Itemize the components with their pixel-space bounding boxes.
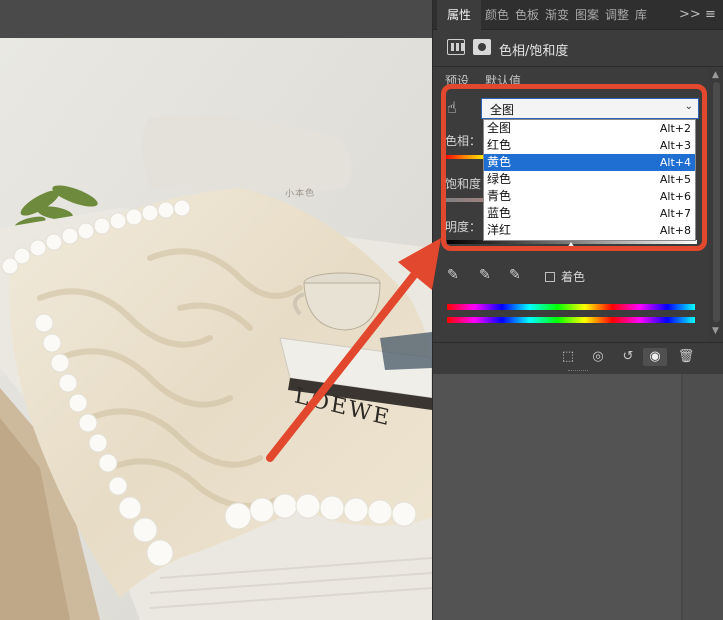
tab-gradients[interactable]: 渐变 (543, 0, 571, 30)
adjustment-title: 色相/饱和度 (499, 44, 569, 59)
eyedropper-subtract-icon[interactable]: ✎ (509, 267, 529, 287)
photo-blanket-on-bed: LOEWE 小本色 (0, 38, 432, 620)
clip-to-layer-icon[interactable]: ⬚ (559, 348, 577, 366)
tab-adjustments[interactable]: 调整 (603, 0, 631, 30)
tab-swatches[interactable]: 色板 (513, 0, 541, 30)
reset-icon[interactable]: ↺ (619, 348, 637, 366)
colorize-label: 着色 (561, 270, 586, 284)
scroll-thumb[interactable] (713, 82, 720, 322)
view-previous-state-icon[interactable]: ◎ (589, 348, 607, 366)
panel-bottom-toolbar: ⬚ ◎ ↺ ◉ 🗑 (433, 342, 723, 370)
visibility-eye-icon[interactable]: ◉ (643, 348, 667, 366)
layer-mask-icon[interactable] (473, 39, 491, 55)
panel-scrollbar[interactable]: ▲ ▼ (709, 68, 723, 342)
adjustment-layer-icon (447, 39, 465, 55)
panel-tab-bar: 属性 颜色 色板 渐变 图案 调整 库 >> ≡ (433, 0, 723, 31)
trash-icon[interactable]: 🗑 (677, 348, 695, 366)
panel-empty-area (433, 374, 723, 620)
eyedropper-add-icon[interactable]: ✎ (479, 267, 499, 287)
annotation-highlight-box (441, 84, 707, 251)
checkbox-icon (545, 272, 555, 282)
photo-illustration (0, 38, 432, 620)
tab-properties[interactable]: 属性 (437, 0, 482, 31)
colorize-checkbox[interactable]: 着色 (545, 268, 585, 285)
side-dock (683, 374, 723, 620)
pillow-label-text: 小本色 (284, 188, 316, 200)
tab-color[interactable]: 颜色 (483, 0, 511, 30)
document-canvas[interactable]: LOEWE 小本色 (0, 0, 432, 620)
hamburger-menu-icon[interactable]: ≡ (705, 0, 716, 30)
tab-patterns[interactable]: 图案 (573, 0, 601, 30)
scroll-down-arrow-icon[interactable]: ▼ (712, 326, 719, 336)
eyedropper-icon[interactable]: ✎ (447, 267, 467, 287)
properties-header: 色相/饱和度 (433, 31, 723, 67)
color-spectrum-bottom (447, 317, 695, 323)
panel-collapse-chevron-icon[interactable]: >> (679, 0, 701, 30)
scroll-up-arrow-icon[interactable]: ▲ (712, 70, 719, 80)
color-spectrum-top (447, 304, 695, 310)
tab-libraries[interactable]: 库 (633, 0, 649, 30)
